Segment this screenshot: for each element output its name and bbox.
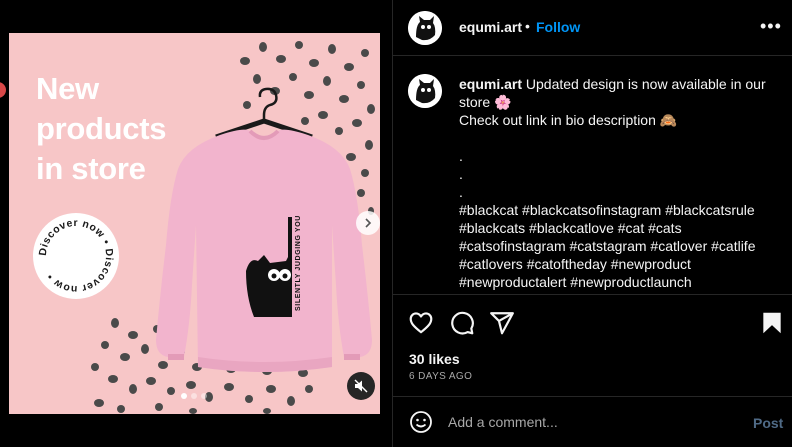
likes-count[interactable]: 30 likes: [409, 351, 460, 367]
emoji-icon[interactable]: [409, 410, 433, 434]
comment-bar: Post: [393, 396, 792, 447]
avatar[interactable]: [408, 74, 442, 108]
post-header: equmi.art • Follow •••: [393, 0, 792, 56]
badge-text: Discover now • Discover now •: [37, 217, 115, 295]
caption-dot: .: [459, 184, 463, 200]
caption-line-2: Check out link in bio description 🙈: [459, 112, 678, 128]
chevron-right-icon: [365, 218, 372, 228]
caption-dot: .: [459, 148, 463, 164]
post-media-area: New products in store Discover now • Dis…: [0, 0, 392, 447]
bookmark-icon[interactable]: [759, 310, 785, 336]
carousel-dot: [191, 393, 197, 399]
carousel-dot: [181, 393, 187, 399]
action-bar: [393, 300, 792, 344]
mute-button[interactable]: [347, 372, 375, 400]
black-cat-avatar-icon: [408, 11, 442, 45]
share-icon[interactable]: [489, 310, 515, 336]
caption-area: equmi.art Updated design is now availabl…: [393, 57, 792, 295]
svg-text:Discover now • Discover now •: Discover now • Discover now •: [37, 217, 115, 295]
sweater-product: SILENTLY JUDGING YOU: [156, 87, 372, 372]
previous-post-arrow[interactable]: [0, 82, 6, 98]
caption-hashtags[interactable]: #blackcat #blackcatsofinstagram #blackca…: [459, 201, 781, 291]
caption-dot: .: [459, 166, 463, 182]
more-options-icon[interactable]: •••: [760, 16, 782, 37]
post-timestamp[interactable]: 6 DAYS AGO: [409, 371, 472, 382]
separator-dot: •: [525, 18, 530, 34]
post-image[interactable]: New products in store Discover now • Dis…: [9, 33, 380, 414]
carousel-dot: [201, 393, 207, 399]
heart-icon[interactable]: [408, 310, 434, 336]
post-comment-button[interactable]: Post: [753, 415, 783, 431]
next-slide-button[interactable]: [356, 211, 380, 235]
avatar[interactable]: [408, 11, 442, 45]
follow-button[interactable]: Follow: [536, 19, 580, 35]
black-cat-avatar-icon: [408, 74, 442, 108]
discover-now-badge: Discover now • Discover now •: [33, 213, 119, 299]
post-side-panel: equmi.art • Follow ••• equmi.art Updated…: [392, 0, 792, 447]
shirt-print-text: SILENTLY JUDGING YOU: [295, 215, 302, 311]
carousel-indicator: [181, 393, 207, 399]
username-link[interactable]: equmi.art: [459, 19, 522, 35]
comment-icon[interactable]: [449, 310, 475, 336]
caption-text: equmi.art Updated design is now availabl…: [459, 75, 781, 291]
comment-input[interactable]: [448, 407, 728, 437]
speaker-muted-icon: [354, 379, 368, 393]
caption-username[interactable]: equmi.art: [459, 76, 522, 92]
